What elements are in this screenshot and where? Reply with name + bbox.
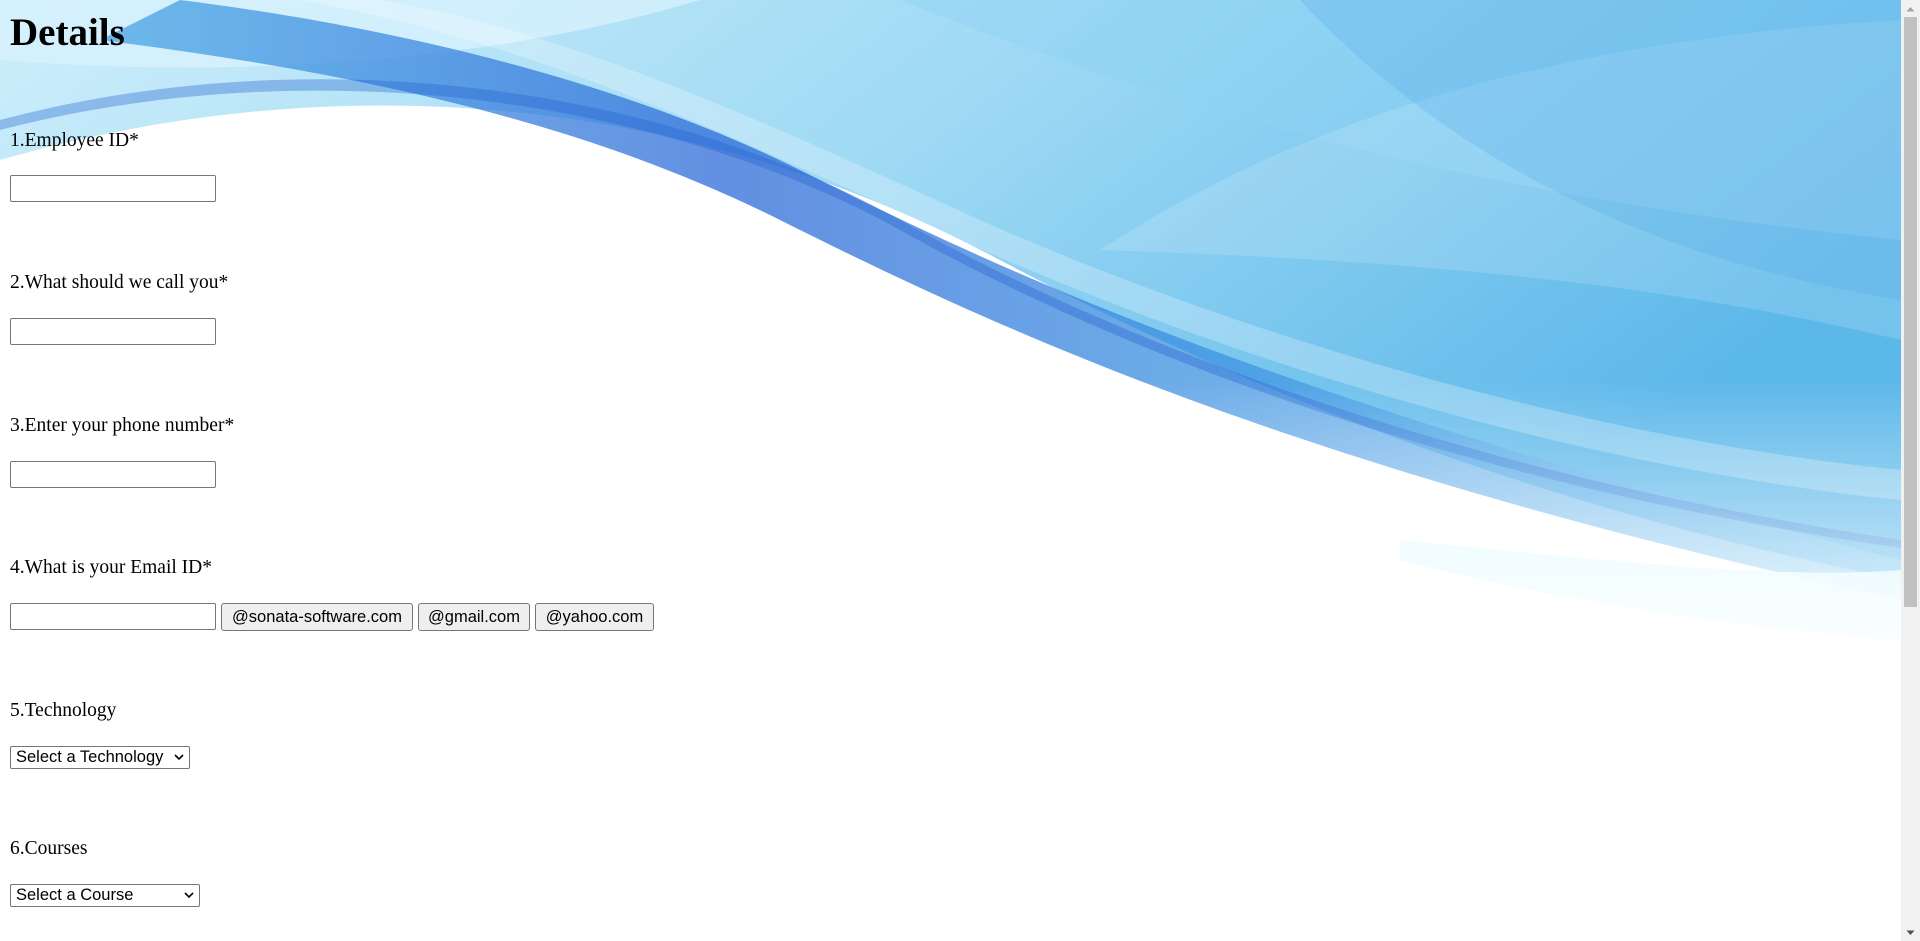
scroll-down-arrow-icon[interactable] [1901,924,1920,941]
email-input[interactable] [10,603,216,630]
sonata-domain-button[interactable]: @sonata-software.com [221,603,413,631]
nickname-input[interactable] [10,318,216,345]
vertical-scrollbar[interactable] [1901,0,1920,941]
technology-label: 5.Technology [10,700,117,721]
phone-input[interactable] [10,461,216,488]
employee-id-label: 1.Employee ID* [10,130,139,151]
chevron-down-icon [174,754,184,761]
page-title: Details [10,11,125,54]
courses-label: 6.Courses [10,838,88,859]
employee-id-input[interactable] [10,175,216,202]
email-label: 4.What is your Email ID* [10,557,212,578]
phone-label: 3.Enter your phone number* [10,415,235,436]
chevron-down-icon [184,892,194,899]
yahoo-domain-button[interactable]: @yahoo.com [535,603,654,631]
technology-select[interactable]: Select a Technology [10,746,190,769]
scroll-up-arrow-icon[interactable] [1901,0,1920,17]
scrollbar-thumb[interactable] [1904,17,1917,607]
gmail-domain-button[interactable]: @gmail.com [418,603,530,631]
details-form-page: Details 1.Employee ID* 2.What should we … [0,0,1901,941]
nickname-label: 2.What should we call you* [10,272,229,293]
technology-selected-value: Select a Technology [16,748,164,766]
courses-selected-value: Select a Course [16,886,134,904]
courses-select[interactable]: Select a Course [10,884,200,907]
